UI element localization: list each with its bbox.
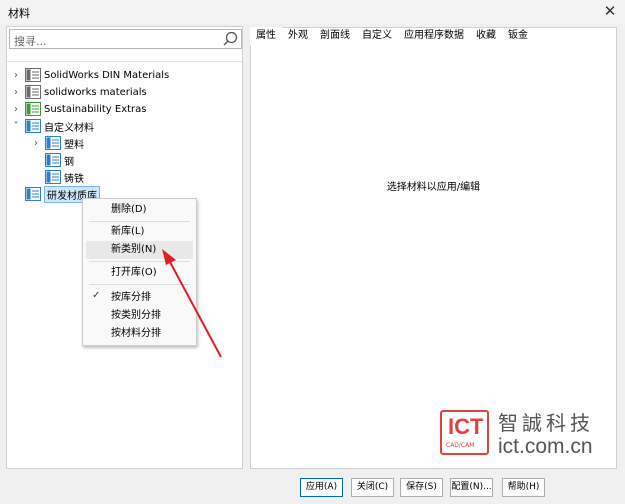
watermark-url: ict.com.cn [498,435,593,458]
ict-logo-subtext: CAD/CAM [446,442,475,449]
close-button[interactable]: 关闭(C) [351,478,394,497]
save-button[interactable]: 保存(S) [400,478,443,497]
watermark-brand: 智誠科技 [498,411,594,435]
watermark: ICT CAD/CAM 智誠科技 ict.com.cn [436,405,621,470]
ict-logo-text: ICT [448,414,484,439]
help-button[interactable]: 帮助(H) [502,478,545,497]
apply-button[interactable]: 应用(A) [300,478,343,497]
config-button[interactable]: 配置(N)... [450,478,493,497]
ict-logo: ICT CAD/CAM [440,410,489,455]
